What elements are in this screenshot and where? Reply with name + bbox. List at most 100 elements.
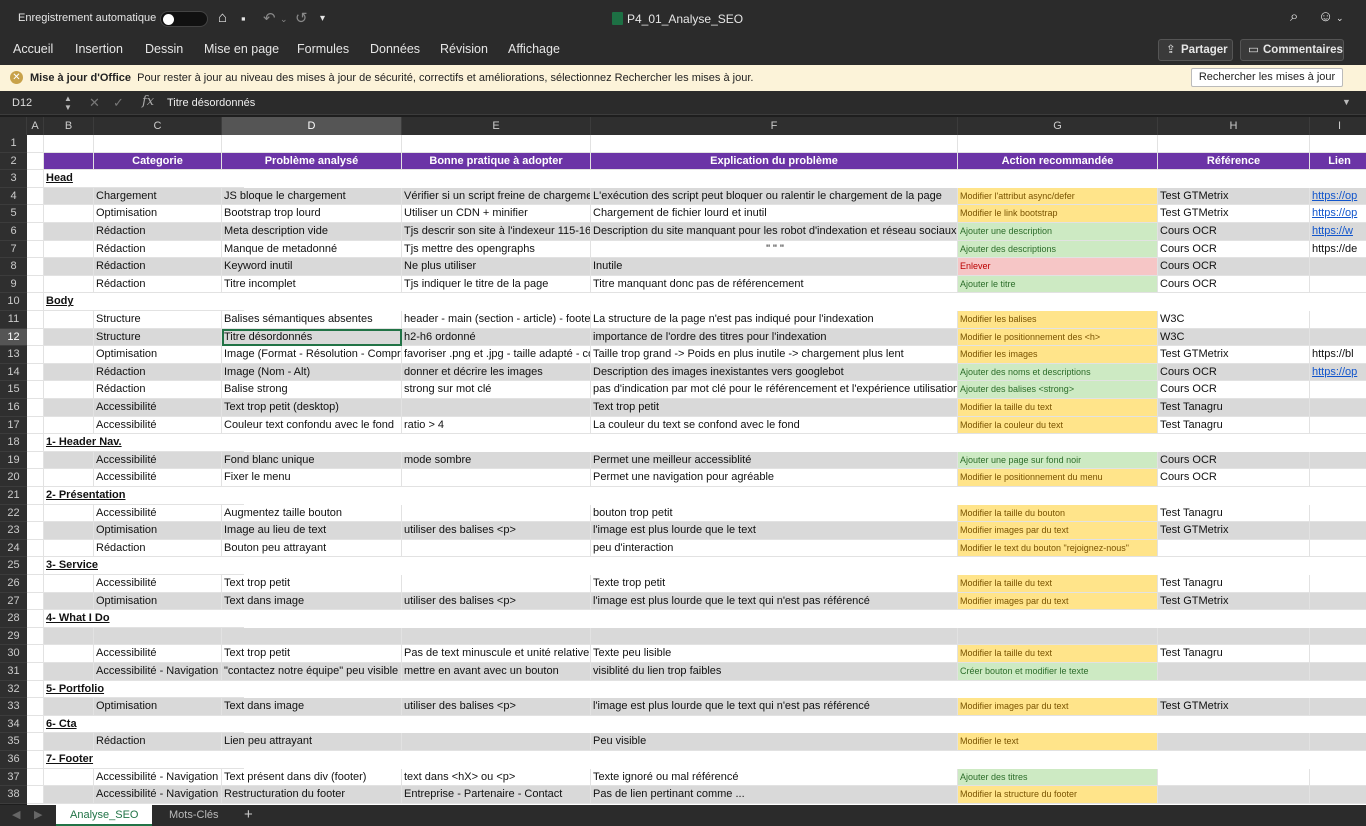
cell-h[interactable]: Cours OCR (1158, 381, 1310, 399)
cell-h[interactable]: Cours OCR (1158, 258, 1310, 276)
cell-i[interactable]: https://bl (1310, 346, 1366, 364)
cell-c[interactable] (94, 627, 222, 646)
cell-g[interactable]: Modifier images par du text (958, 592, 1158, 611)
cell-e[interactable]: mode sombre (402, 451, 591, 470)
tab-dessin[interactable]: Dessin (145, 42, 183, 56)
cell-d[interactable]: Text dans image (222, 698, 402, 716)
cell-f[interactable]: bouton trop petit (591, 504, 958, 523)
cell-i[interactable] (1310, 627, 1366, 646)
cell-c[interactable]: Rédaction (94, 733, 222, 751)
cell-e[interactable]: Ne plus utiliser (402, 258, 591, 276)
row-header[interactable]: 23 (0, 522, 27, 540)
tab-revision[interactable]: Révision (440, 42, 488, 56)
tab-affichage[interactable]: Affichage (508, 42, 560, 56)
cell-b[interactable] (44, 346, 94, 364)
cell-d[interactable]: Manque de metadonné (222, 240, 402, 259)
cell-d[interactable]: Lien peu attrayant (222, 733, 402, 751)
cell-b[interactable] (44, 223, 94, 241)
cell-f[interactable]: l'image est plus lourde que le text (591, 522, 958, 540)
cell-f[interactable]: Titre manquant donc pas de référencement (591, 275, 958, 294)
cell-d[interactable]: "contactez notre équipe" peu visible (222, 663, 402, 681)
cell-f[interactable]: Texte ignoré ou mal référencé (591, 768, 958, 787)
cell-d[interactable]: Text trop petit (222, 645, 402, 663)
cell-a[interactable] (27, 434, 44, 452)
cell-g[interactable]: Modifier la taille du text (958, 575, 1158, 593)
cell-b[interactable] (44, 399, 94, 417)
cell-a[interactable] (27, 240, 44, 259)
row-header[interactable]: 37 (0, 768, 27, 787)
cell-f[interactable]: La couleur du text se confond avec le fo… (591, 416, 958, 435)
cell-f[interactable]: Texte peu lisible (591, 645, 958, 663)
cell-a[interactable] (27, 451, 44, 470)
cell-b[interactable] (44, 522, 94, 540)
row-header[interactable]: 35 (0, 733, 27, 751)
row-header[interactable]: 5 (0, 205, 27, 223)
cell-c[interactable]: Optimisation (94, 205, 222, 223)
cell-e[interactable] (402, 504, 591, 523)
cell-d[interactable]: Text trop petit (desktop) (222, 399, 402, 417)
function-icon[interactable]: fx (142, 94, 154, 109)
cell-c[interactable]: Rédaction (94, 363, 222, 382)
cell-a[interactable] (27, 328, 44, 347)
tab-mise-en-page[interactable]: Mise en page (204, 42, 279, 56)
cell-g[interactable]: Modifier images par du text (958, 698, 1158, 716)
cell-g[interactable]: Modifier le link bootstrap (958, 205, 1158, 223)
cell-d[interactable]: Balise strong (222, 381, 402, 399)
cell-a[interactable] (27, 733, 44, 751)
cell-b[interactable] (44, 275, 94, 294)
row-header[interactable]: 20 (0, 469, 27, 487)
cell-i[interactable] (1310, 540, 1366, 558)
row-header[interactable]: 25 (0, 557, 27, 575)
row-header[interactable]: 34 (0, 715, 27, 734)
row-header[interactable]: 16 (0, 399, 27, 417)
cell-f[interactable]: visiblité du lien trop faibles (591, 663, 958, 681)
cell-e[interactable]: Tjs descrir son site à l'indexeur 115-16… (402, 223, 591, 241)
cell[interactable] (44, 135, 94, 153)
cell-g[interactable]: Modifier les images (958, 346, 1158, 364)
cell-f[interactable]: Permet une navigation pour agréable (591, 469, 958, 487)
cell-a[interactable] (27, 645, 44, 663)
row-header[interactable]: 24 (0, 539, 27, 558)
tab-accueil[interactable]: Accueil (13, 42, 53, 56)
cell-a[interactable] (27, 522, 44, 540)
cell-b[interactable] (44, 381, 94, 399)
column-header-b[interactable]: B (44, 117, 94, 135)
cell-i[interactable] (1310, 769, 1366, 787)
cell-g[interactable]: Modifier la structure du footer (958, 786, 1158, 804)
cell-g[interactable]: Créer bouton et modifier le texte (958, 663, 1158, 681)
cell-e[interactable]: Utiliser un CDN + minifier (402, 205, 591, 223)
cell-b[interactable] (44, 469, 94, 487)
cell-f[interactable]: Inutile (591, 258, 958, 276)
sheet-tab-analyse-seo[interactable]: Analyse_SEO (56, 805, 153, 826)
cell-i[interactable] (1310, 311, 1366, 329)
tab-formules[interactable]: Formules (297, 42, 349, 56)
cell-i[interactable]: https://de (1310, 241, 1366, 259)
cell-c[interactable]: Accessibilité (94, 451, 222, 470)
cell-h[interactable] (1158, 663, 1310, 681)
cell-i[interactable] (1310, 276, 1366, 294)
cell-g[interactable]: Modifier la taille du text (958, 645, 1158, 663)
cell-e[interactable]: header - main (section - article) - foot… (402, 311, 591, 329)
tab-insertion[interactable]: Insertion (75, 42, 123, 56)
cell-a[interactable] (27, 187, 44, 206)
cell-f[interactable]: Peu visible (591, 733, 958, 751)
cell-e[interactable]: Vérifier si un script freine de chargeme… (402, 187, 591, 206)
cell[interactable] (1310, 135, 1366, 153)
cell-b[interactable] (44, 451, 94, 470)
cell-f[interactable]: " " " (591, 240, 958, 259)
cell-e[interactable]: Tjs indiquer le titre de la page (402, 275, 591, 294)
cell[interactable] (94, 135, 222, 153)
cell-g[interactable]: Modifier le text (958, 733, 1158, 751)
cell-d[interactable]: JS bloque le chargement (222, 187, 402, 206)
cell-i[interactable] (1310, 592, 1366, 611)
cell-c[interactable]: Accessibilité - Navigation (94, 768, 222, 787)
row-header[interactable]: 27 (0, 592, 27, 611)
column-header-d[interactable]: D (222, 117, 402, 135)
cell-b[interactable] (44, 205, 94, 223)
cell-h[interactable]: Test Tanagru (1158, 645, 1310, 663)
row-header[interactable]: 22 (0, 504, 27, 523)
row-header[interactable]: 17 (0, 416, 27, 435)
cell[interactable] (591, 135, 958, 153)
cell-i[interactable] (1310, 399, 1366, 417)
undo-dropdown-icon[interactable]: ⌄ (280, 14, 288, 25)
